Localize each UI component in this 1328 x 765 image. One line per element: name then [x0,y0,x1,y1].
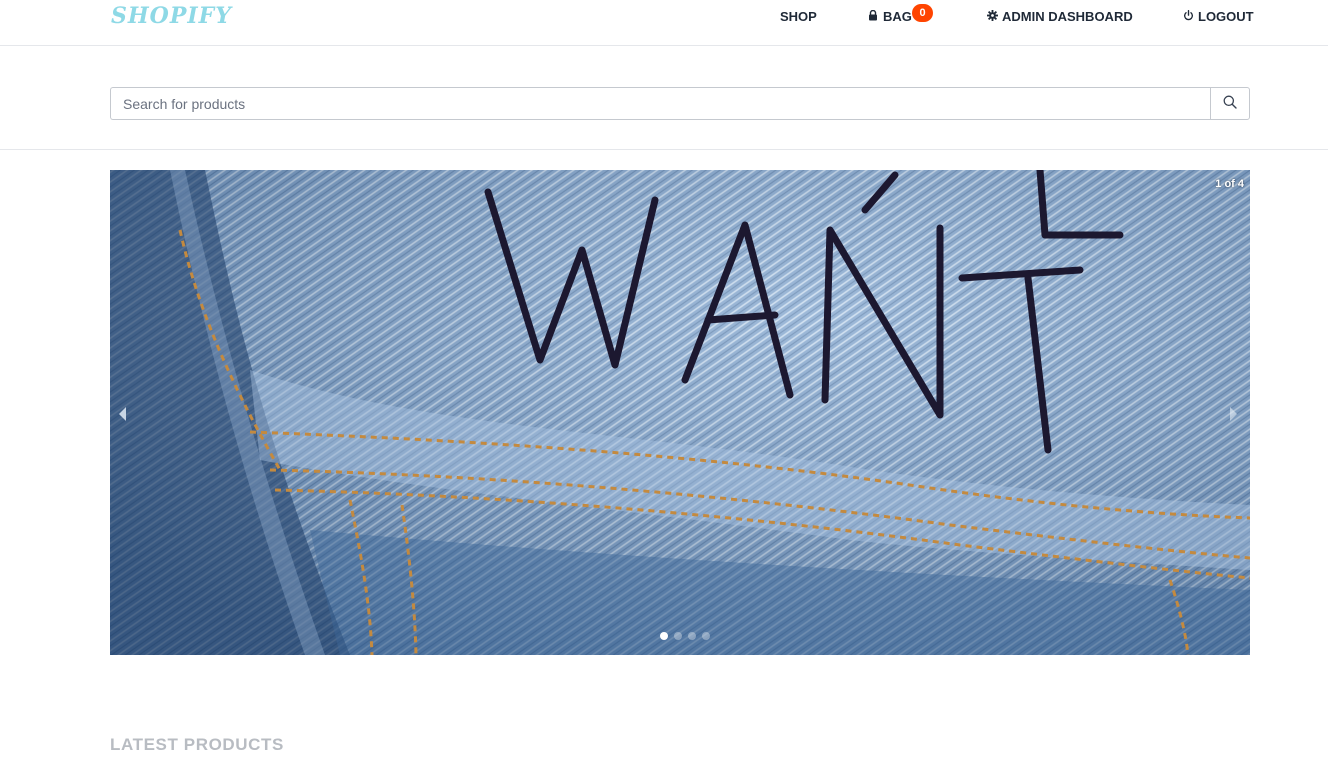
caret-left-icon [118,407,128,426]
carousel-next-button[interactable] [1228,406,1244,422]
nav-logout-label: LOGOUT [1198,9,1254,24]
brand-logo[interactable]: SHOPIFY [111,3,232,29]
search-bar [110,87,1250,120]
nav-shop-link[interactable]: SHOP [780,9,817,24]
bag-count-badge: 0 [912,4,933,22]
top-navbar: SHOPIFY SHOP BAG 0 ADMIN DASHBOARD LOGOU… [0,0,1328,46]
carousel-slide-image [110,170,1250,655]
hero-carousel[interactable]: 1 of 4 [110,170,1250,655]
lock-icon [867,9,879,24]
slide-counter: 1 of 4 [1215,178,1244,190]
carousel-prev-button[interactable] [118,406,134,422]
caret-right-icon [1228,407,1238,426]
carousel-dot[interactable] [674,632,682,640]
search-button[interactable] [1210,87,1250,120]
carousel-dot[interactable] [660,632,668,640]
carousel-indicators [660,632,710,640]
gear-icon [986,9,998,24]
search-section [0,46,1328,150]
search-input[interactable] [110,87,1210,120]
nav-logout-link[interactable]: LOGOUT [1182,9,1254,24]
nav-admin-dashboard-link[interactable]: ADMIN DASHBOARD [986,9,1133,24]
nav-admin-label: ADMIN DASHBOARD [1002,9,1133,24]
nav-shop-label: SHOP [780,9,817,24]
carousel-dot[interactable] [688,632,696,640]
search-icon [1223,95,1237,112]
nav-bag-label: BAG [883,9,912,24]
power-icon [1182,9,1194,24]
nav-bag-link[interactable]: BAG [867,9,912,24]
latest-products-title: LATEST PRODUCTS [110,735,284,754]
carousel-dot[interactable] [702,632,710,640]
